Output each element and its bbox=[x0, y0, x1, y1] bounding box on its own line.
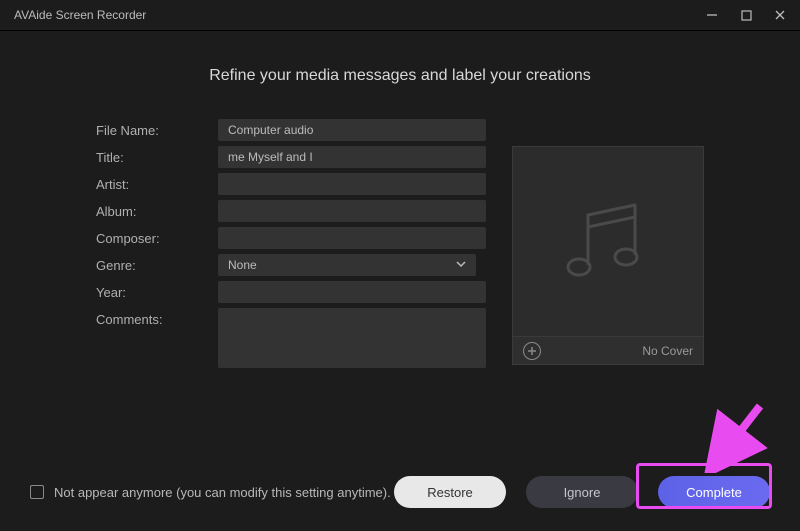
genre-select[interactable]: None bbox=[218, 254, 476, 276]
row-file-name: File Name: bbox=[96, 119, 486, 141]
fields-column: File Name: Title: Artist: Album: Compose… bbox=[96, 119, 486, 373]
label-album: Album: bbox=[96, 200, 218, 219]
row-title: Title: bbox=[96, 146, 486, 168]
music-note-icon bbox=[553, 187, 663, 297]
genre-value: None bbox=[218, 254, 476, 276]
complete-button[interactable]: Complete bbox=[658, 476, 770, 508]
year-input[interactable] bbox=[218, 281, 486, 303]
ignore-button[interactable]: Ignore bbox=[526, 476, 638, 508]
album-input[interactable] bbox=[218, 200, 486, 222]
heading: Refine your media messages and label you… bbox=[96, 67, 704, 85]
label-title: Title: bbox=[96, 146, 218, 165]
cover-footer: No Cover bbox=[512, 337, 704, 365]
maximize-icon[interactable] bbox=[738, 8, 754, 22]
footer-buttons: Restore Ignore Complete bbox=[394, 476, 770, 508]
not-appear-label: Not appear anymore (you can modify this … bbox=[54, 485, 391, 500]
window-controls bbox=[704, 8, 788, 22]
not-appear-row: Not appear anymore (you can modify this … bbox=[30, 485, 391, 500]
row-album: Album: bbox=[96, 200, 486, 222]
label-year: Year: bbox=[96, 281, 218, 300]
close-icon[interactable] bbox=[772, 8, 788, 22]
titlebar: AVAide Screen Recorder bbox=[0, 0, 800, 30]
row-artist: Artist: bbox=[96, 173, 486, 195]
composer-input[interactable] bbox=[218, 227, 486, 249]
label-genre: Genre: bbox=[96, 254, 218, 273]
cover-art-placeholder bbox=[512, 146, 704, 337]
row-genre: Genre: None bbox=[96, 254, 486, 276]
plus-icon bbox=[527, 346, 537, 356]
label-composer: Composer: bbox=[96, 227, 218, 246]
row-year: Year: bbox=[96, 281, 486, 303]
cover-panel: No Cover bbox=[512, 119, 704, 373]
bottom-bar: Not appear anymore (you can modify this … bbox=[0, 453, 800, 531]
row-comments: Comments: bbox=[96, 308, 486, 368]
content-area: Refine your media messages and label you… bbox=[0, 31, 800, 393]
form-area: File Name: Title: Artist: Album: Compose… bbox=[96, 119, 704, 373]
label-comments: Comments: bbox=[96, 308, 218, 327]
label-artist: Artist: bbox=[96, 173, 218, 192]
label-file-name: File Name: bbox=[96, 119, 218, 138]
title-input[interactable] bbox=[218, 146, 486, 168]
row-composer: Composer: bbox=[96, 227, 486, 249]
no-cover-label: No Cover bbox=[642, 344, 693, 358]
restore-button[interactable]: Restore bbox=[394, 476, 506, 508]
not-appear-checkbox[interactable] bbox=[30, 485, 44, 499]
add-cover-button[interactable] bbox=[523, 342, 541, 360]
app-title: AVAide Screen Recorder bbox=[14, 8, 146, 22]
artist-input[interactable] bbox=[218, 173, 486, 195]
comments-input[interactable] bbox=[218, 308, 486, 368]
file-name-input[interactable] bbox=[218, 119, 486, 141]
minimize-icon[interactable] bbox=[704, 8, 720, 22]
